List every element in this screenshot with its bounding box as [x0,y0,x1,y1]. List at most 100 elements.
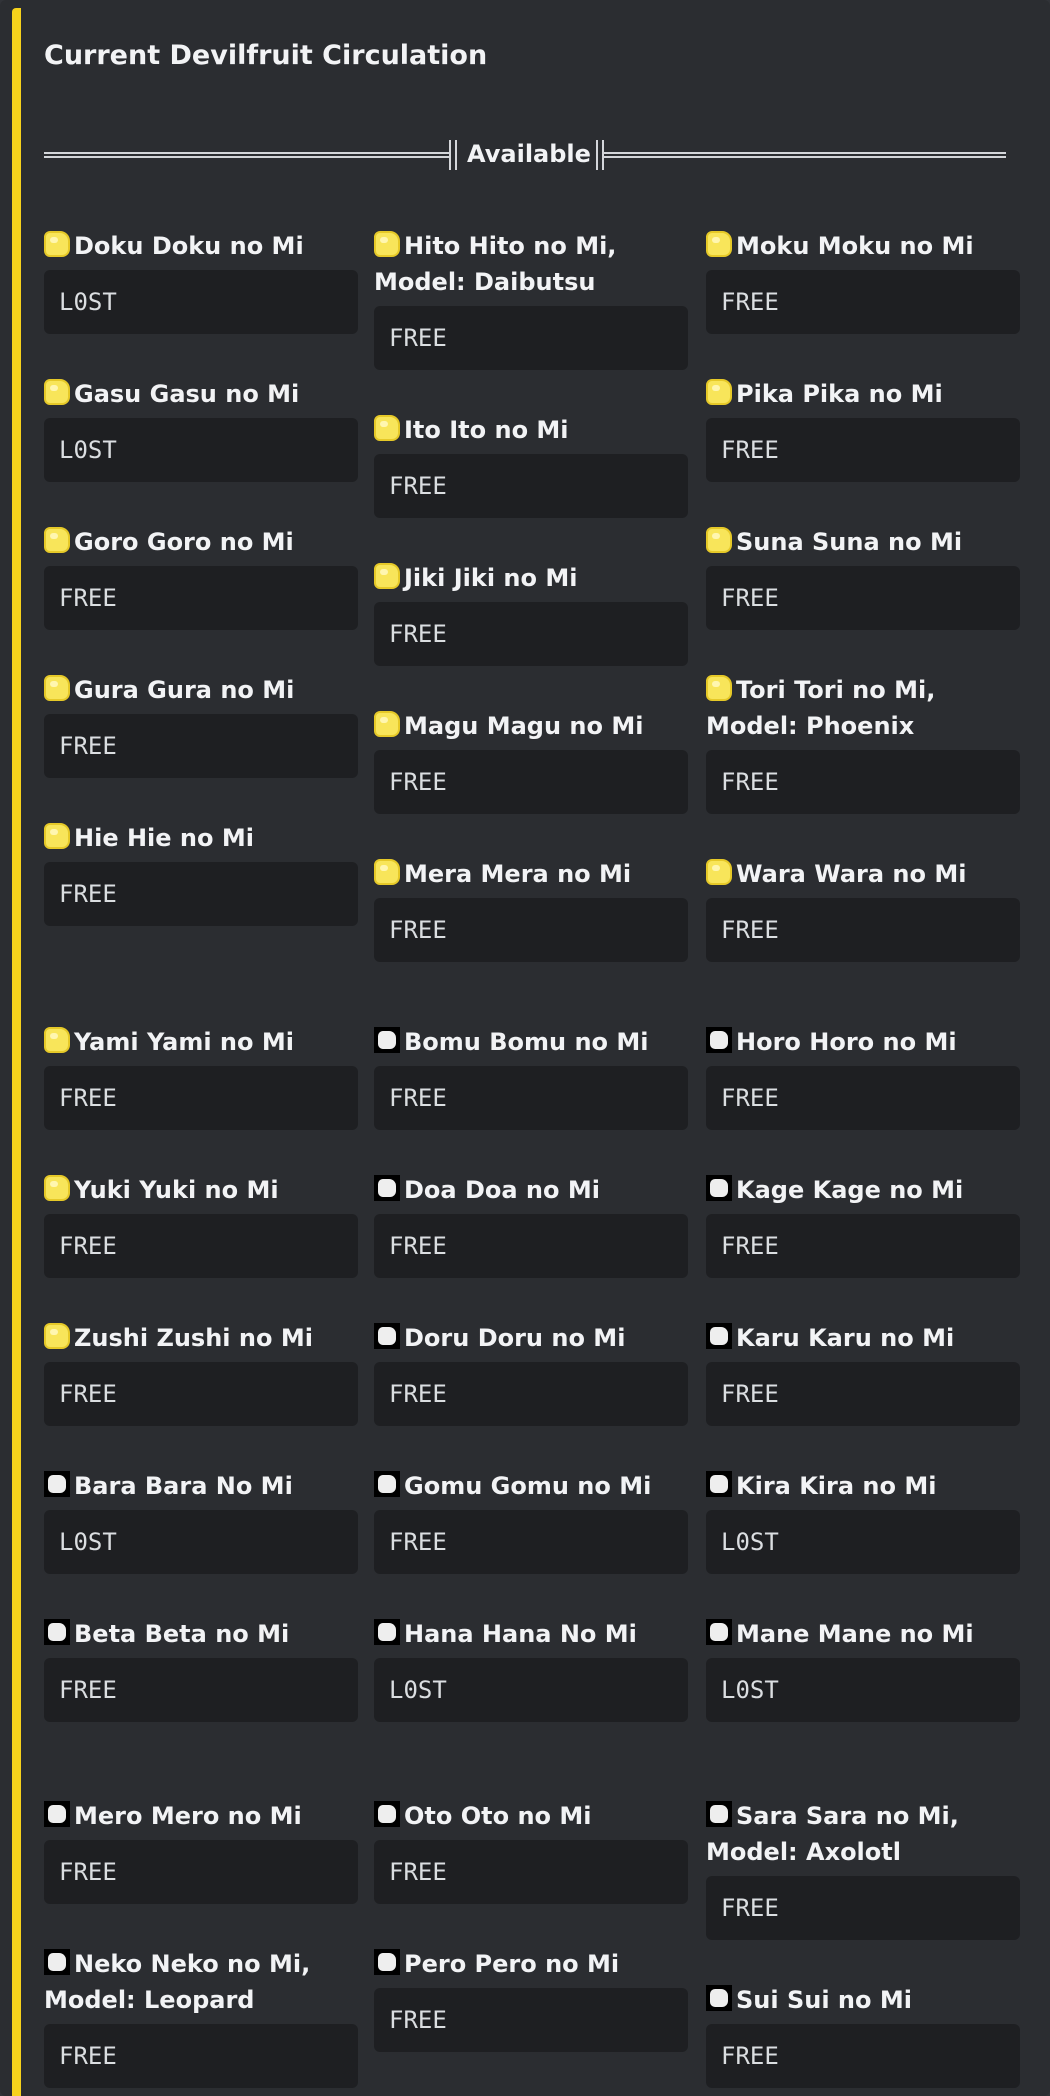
divider-cap-left [449,140,457,170]
field-name-text: Yami Yami no Mi [74,1028,294,1056]
field-card: Gasu Gasu no Mi L0ST [44,376,358,482]
field-name-text: Doru Doru no Mi [404,1324,626,1352]
field-name: Pika Pika no Mi [706,376,1020,412]
field-card: Tori Tori no Mi, Model: Phoenix FREE [706,672,1020,814]
field-name: Beta Beta no Mi [44,1616,358,1652]
field-name-text: Karu Karu no Mi [736,1324,955,1352]
embed-accent-bar [12,8,21,2096]
field-value: FREE [706,270,1020,334]
field-card: Moku Moku no Mi FREE [706,228,1020,334]
yellow-devil-fruit-icon [706,675,732,701]
field-card: Sara Sara no Mi, Model: Axolotl FREE [706,1798,1020,1940]
field-name: Sui Sui no Mi [706,1982,1020,2018]
field-card: Wara Wara no Mi FREE [706,856,1020,962]
divider-line-right [604,152,1006,158]
field-name: Doru Doru no Mi [374,1320,688,1356]
field-name: Doku Doku no Mi [44,228,358,264]
field-name: Hie Hie no Mi [44,820,358,856]
white-devil-fruit-icon [44,1801,70,1827]
field-name-text: Sara Sara no Mi, Model: Axolotl [706,1802,959,1866]
field-name-text: Wara Wara no Mi [736,860,967,888]
field-card: Yuki Yuki no Mi FREE [44,1172,358,1278]
field-value: FREE [706,1876,1020,1940]
white-devil-fruit-icon [374,1471,400,1497]
field-name: Mera Mera no Mi [374,856,688,892]
yellow-devil-fruit-icon [706,527,732,553]
field-value: FREE [44,566,358,630]
white-devil-fruit-icon [706,1175,732,1201]
field-value: FREE [374,898,688,962]
field-value: FREE [374,1840,688,1904]
yellow-devil-fruit-icon [44,1027,70,1053]
field-name: Bomu Bomu no Mi [374,1024,688,1060]
white-devil-fruit-icon [44,1619,70,1645]
field-value: FREE [44,1362,358,1426]
field-card: Beta Beta no Mi FREE [44,1616,358,1722]
white-devil-fruit-icon [374,1949,400,1975]
white-devil-fruit-icon [374,1175,400,1201]
field-name: Oto Oto no Mi [374,1798,688,1834]
field-card: Magu Magu no Mi FREE [374,708,688,814]
field-value: L0ST [706,1510,1020,1574]
field-name-text: Hito Hito no Mi, Model: Daibutsu [374,232,617,296]
white-devil-fruit-icon [374,1801,400,1827]
yellow-devil-fruit-icon [374,231,400,257]
field-name: Yami Yami no Mi [44,1024,358,1060]
white-devil-fruit-icon [706,1323,732,1349]
field-card: Ito Ito no Mi FREE [374,412,688,518]
field-value: L0ST [374,1658,688,1722]
field-name: Neko Neko no Mi, Model: Leopard [44,1946,358,2018]
field-value: FREE [374,1362,688,1426]
yellow-devil-fruit-icon [374,415,400,441]
field-name-text: Horo Horo no Mi [736,1028,957,1056]
field-card: Mera Mera no Mi FREE [374,856,688,962]
field-card: Yami Yami no Mi FREE [44,1024,358,1130]
field-value: FREE [706,1214,1020,1278]
field-name: Sara Sara no Mi, Model: Axolotl [706,1798,1020,1870]
field-value: FREE [706,750,1020,814]
white-devil-fruit-icon [706,1801,732,1827]
field-name-text: Mero Mero no Mi [74,1802,302,1830]
field-value: FREE [44,1840,358,1904]
field-name-text: Pero Pero no Mi [404,1950,620,1978]
field-card: Bara Bara No Mi L0ST [44,1468,358,1574]
field-name-text: Beta Beta no Mi [74,1620,290,1648]
white-devil-fruit-icon [44,1949,70,1975]
field-name-text: Doku Doku no Mi [74,232,304,260]
white-devil-fruit-icon [706,1985,732,2011]
field-name-text: Hie Hie no Mi [74,824,254,852]
field-card: Pika Pika no Mi FREE [706,376,1020,482]
yellow-devil-fruit-icon [44,1323,70,1349]
white-devil-fruit-icon [44,1471,70,1497]
field-value: FREE [706,566,1020,630]
field-card: Oto Oto no Mi FREE [374,1798,688,1904]
field-card: Hie Hie no Mi FREE [44,820,358,926]
field-name-text: Oto Oto no Mi [404,1802,592,1830]
field-name-text: Mera Mera no Mi [404,860,632,888]
field-name: Gomu Gomu no Mi [374,1468,688,1504]
field-value: FREE [706,2024,1020,2088]
field-card: Gomu Gomu no Mi FREE [374,1468,688,1574]
field-card: Doku Doku no Mi L0ST [44,228,358,334]
field-name: Hana Hana No Mi [374,1616,688,1652]
field-value: FREE [706,898,1020,962]
field-name: Moku Moku no Mi [706,228,1020,264]
field-value: FREE [374,1510,688,1574]
field-name-text: Gomu Gomu no Mi [404,1472,652,1500]
field-name: Jiki Jiki no Mi [374,560,688,596]
field-card: Bomu Bomu no Mi FREE [374,1024,688,1130]
field-name-text: Neko Neko no Mi, Model: Leopard [44,1950,311,2014]
field-card: Jiki Jiki no Mi FREE [374,560,688,666]
field-value: FREE [44,714,358,778]
field-value: FREE [706,418,1020,482]
field-value: FREE [44,862,358,926]
field-name-text: Moku Moku no Mi [736,232,974,260]
field-value: FREE [44,1214,358,1278]
field-name-text: Yuki Yuki no Mi [74,1176,279,1204]
field-card: Suna Suna no Mi FREE [706,524,1020,630]
field-value: FREE [44,1658,358,1722]
field-value: L0ST [44,270,358,334]
field-value: FREE [374,306,688,370]
field-card: Doru Doru no Mi FREE [374,1320,688,1426]
field-card: Mane Mane no Mi L0ST [706,1616,1020,1722]
